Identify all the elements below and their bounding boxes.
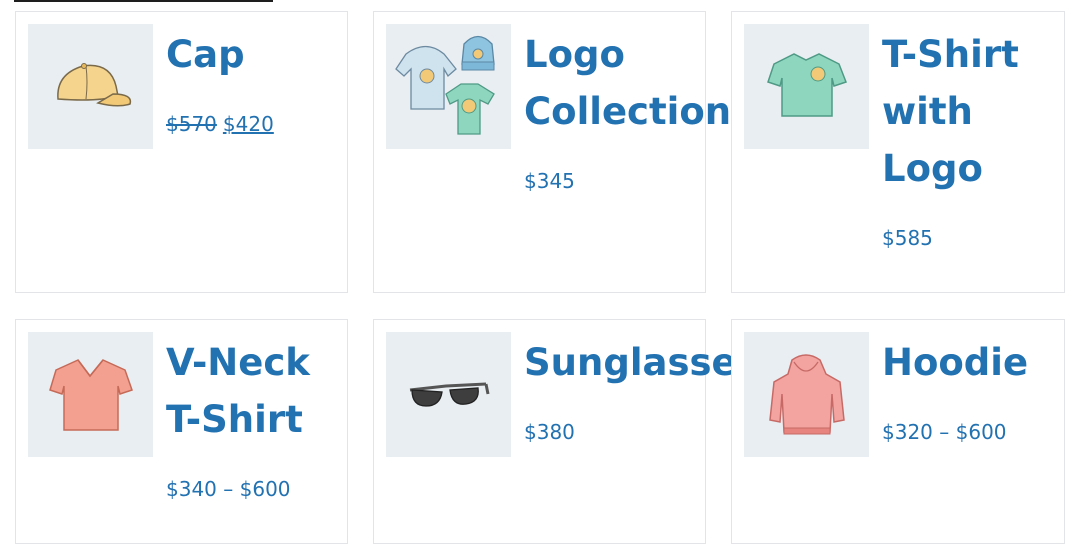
cap-image[interactable] (28, 24, 153, 149)
product-title-line: T-Shirt (166, 398, 303, 441)
product-title[interactable]: Sunglasses (524, 334, 759, 391)
product-title-line: Collection (524, 90, 732, 133)
product-price: $570 $420 (166, 110, 274, 138)
product-title-line: T-Shirt (882, 33, 1019, 76)
product-title[interactable]: T-Shirt with Logo (882, 26, 1019, 197)
product-title-line: V-Neck (166, 341, 310, 384)
product-price: $320 – $600 (882, 420, 1007, 444)
vneck-tshirt-image[interactable] (28, 332, 153, 457)
product-title[interactable]: Cap (166, 26, 245, 83)
hoodie-image[interactable] (744, 332, 869, 457)
product-price: $340 – $600 (166, 477, 291, 501)
product-title-line: Logo (524, 33, 625, 76)
product-price: $345 (524, 169, 575, 193)
product-title[interactable]: Logo Collection (524, 26, 731, 140)
top-divider (14, 0, 273, 2)
regular-price: $570 (166, 112, 217, 136)
product-card-vneck-tshirt: V-Neck T-Shirt $340 – $600 (15, 319, 348, 544)
product-card-sunglasses: Sunglasses $380 (373, 319, 759, 544)
product-card-hoodie: Hoodie $320 – $600 (731, 319, 1065, 544)
product-card-cap: Cap $570 $420 (15, 11, 348, 293)
sale-price: $420 (222, 112, 274, 136)
product-title-line: with (882, 90, 973, 133)
logo-collection-image[interactable] (386, 24, 511, 149)
product-card-tshirt-with-logo: T-Shirt with Logo $585 (731, 11, 1065, 293)
product-card-logo-collection: Logo Collection $345 (373, 11, 731, 293)
product-title-line: Logo (882, 147, 983, 190)
tshirt-with-logo-image[interactable] (744, 24, 869, 149)
product-title[interactable]: V-Neck T-Shirt (166, 334, 310, 448)
product-title[interactable]: Hoodie (882, 334, 1028, 391)
product-price: $380 (524, 420, 575, 444)
product-price: $585 (882, 226, 933, 250)
sunglasses-image[interactable] (386, 332, 511, 457)
